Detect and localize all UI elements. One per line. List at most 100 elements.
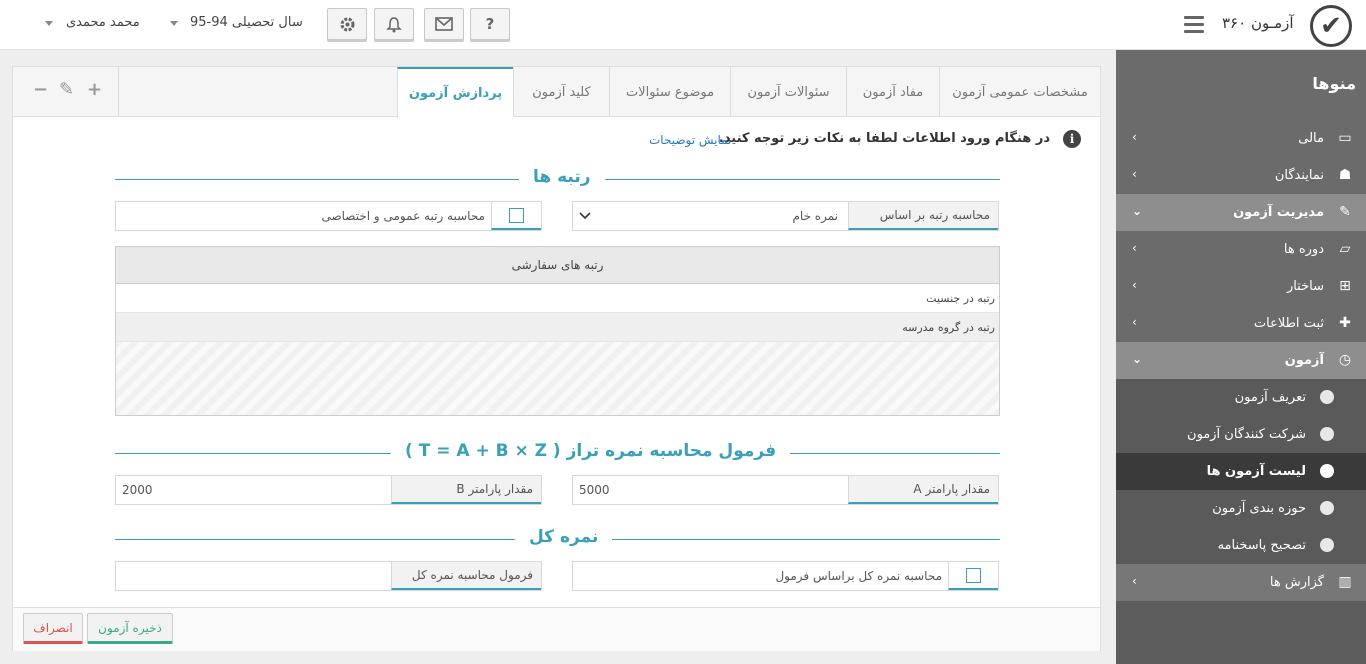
hamburger-menu-icon[interactable]: [1184, 16, 1204, 34]
logo-check-icon: ✔: [1310, 5, 1352, 47]
chevron-right-icon: ›: [1132, 315, 1137, 329]
sidebar-item-label: شرکت کنندگان آزمون: [1187, 427, 1306, 442]
tab-exam-processing[interactable]: پردازش آزمون: [397, 67, 513, 118]
sidebar-item-data-entry[interactable]: ✚ ثبت اطلاعات ›: [1116, 305, 1366, 342]
total-by-formula-checkbox[interactable]: [948, 562, 998, 590]
sidebar-item-reports[interactable]: ▥ گزارش ها ›: [1116, 564, 1366, 601]
tab-exam-content[interactable]: مفاد آزمون: [846, 67, 939, 117]
chevron-down-icon: ⌄: [1132, 352, 1143, 366]
messages-button[interactable]: [424, 8, 464, 40]
table-row[interactable]: رتبه در گروه مدرسه: [116, 313, 999, 342]
total-formula-label: فرمول محاسبه نمره کل: [391, 562, 541, 590]
panel-footer: ذخیره آزمون انصراف: [13, 607, 1100, 651]
bar-chart-icon: ▥: [1338, 574, 1352, 590]
param-b-value: 2000: [122, 483, 153, 497]
circle-icon: [1320, 427, 1334, 441]
sidebar-item-label: آزمون: [1284, 353, 1324, 368]
panel-tools: + ✎ −: [13, 67, 119, 117]
chevron-right-icon: ›: [1132, 574, 1137, 588]
tab-bar: + ✎ − مشخصات عمومی آزمون مفاد آزمون سئوا…: [13, 67, 1100, 118]
sidebar-item-courses[interactable]: ▱ دوره ها ›: [1116, 231, 1366, 268]
sidebar-item-agents[interactable]: ☗ نمایندگان ›: [1116, 157, 1366, 194]
user-menu[interactable]: محمد محمدی: [66, 15, 140, 30]
sidebar-item-finance[interactable]: ▭ مالی ›: [1116, 120, 1366, 157]
academic-year-select[interactable]: سال تحصیلی 94-95: [190, 15, 303, 30]
sidebar-item-label: ثبت اطلاعات: [1253, 316, 1324, 331]
circle-icon: [1320, 538, 1334, 552]
ranks-title: رتبه ها: [519, 167, 605, 187]
sidebar-item-exam-management[interactable]: ✎ مدیریت آزمون ⌄: [1116, 194, 1366, 231]
total-by-formula-checkbox-field[interactable]: محاسبه نمره کل براساس فرمول: [572, 561, 999, 591]
pencil-icon[interactable]: ✎: [59, 79, 74, 100]
bell-icon: [386, 16, 402, 32]
sidebar-item-exam-zoning[interactable]: حوزه بندی آزمون: [1116, 490, 1366, 527]
sidebar-item-label: تعریف آزمون: [1234, 390, 1306, 405]
general-special-rank-label: محاسبه رتبه عمومی و اختصاصی: [321, 209, 485, 223]
credit-card-icon: ▭: [1338, 130, 1352, 146]
sitemap-icon: ⊞: [1339, 278, 1351, 294]
tab-general-info[interactable]: مشخصات عمومی آزمون: [939, 67, 1100, 117]
plus-icon[interactable]: +: [87, 79, 102, 100]
tab-exam-key[interactable]: کلید آزمون: [513, 67, 609, 117]
formula-title: فرمول محاسبه نمره تراز ( T = A + B × Z ): [391, 441, 791, 461]
exam-panel: + ✎ − مشخصات عمومی آزمون مفاد آزمون سئوا…: [12, 66, 1101, 651]
sidebar-item-define-exam[interactable]: تعریف آزمون: [1116, 379, 1366, 416]
sidebar-item-structure[interactable]: ⊞ ساختار ›: [1116, 268, 1366, 305]
tab-question-topics[interactable]: موضوع سئوالات: [609, 67, 730, 117]
param-a-value: 5000: [579, 483, 610, 497]
sidebar-item-label: مدیریت آزمون: [1233, 205, 1324, 220]
minus-icon[interactable]: −: [33, 79, 48, 100]
rank-basis-select[interactable]: محاسبه رتبه بر اساس نمره خام: [572, 201, 999, 231]
edit-icon: ✎: [1339, 204, 1351, 220]
general-special-rank-checkbox[interactable]: [491, 202, 541, 230]
settings-button[interactable]: [327, 8, 367, 40]
sidebar-item-exam-list[interactable]: لیست آزمون ها: [1116, 453, 1366, 490]
save-exam-button[interactable]: ذخیره آزمون: [87, 613, 173, 644]
sidebar-item-exam[interactable]: ◷ آزمون ⌄: [1116, 342, 1366, 379]
clock-icon: ◷: [1338, 352, 1352, 368]
rank-basis-value: نمره خام: [792, 209, 838, 223]
sidebar-item-label: لیست آزمون ها: [1206, 464, 1306, 479]
info-icon: i: [1063, 130, 1081, 148]
notifications-button[interactable]: [374, 8, 414, 40]
sidebar-item-label: ساختار: [1286, 279, 1324, 294]
user-chevron-down-icon[interactable]: [45, 21, 53, 26]
total-title: نمره کل: [515, 527, 613, 547]
tab-exam-questions[interactable]: سئوالات آزمون: [730, 67, 846, 117]
sidebar-item-answer-sheet[interactable]: تصحیح پاسخنامه: [1116, 527, 1366, 564]
circle-icon: [1320, 464, 1334, 478]
agent-icon: ☗: [1338, 167, 1352, 183]
chevron-down-icon: ⌄: [1132, 204, 1143, 218]
table-row[interactable]: رتبه در جنسیت: [116, 284, 999, 313]
gear-icon: [340, 17, 354, 31]
sidebar-header: منوها: [1116, 50, 1366, 120]
circle-icon: [1320, 501, 1334, 515]
help-icon: ?: [485, 15, 495, 33]
chevron-right-icon: ›: [1132, 278, 1137, 292]
chevron-right-icon: ›: [1132, 130, 1137, 144]
year-chevron-down-icon[interactable]: [170, 21, 178, 26]
notice-text: در هنگام ورود اطلاعات لطفا به نکات زیر ت…: [718, 131, 1050, 146]
circle-icon: [1320, 390, 1334, 404]
sidebar-item-label: تصحیح پاسخنامه: [1217, 538, 1306, 553]
user-plus-icon: ✚: [1339, 315, 1351, 331]
sidebar-item-label: مالی: [1298, 131, 1324, 146]
total-formula-field[interactable]: فرمول محاسبه نمره کل: [115, 561, 542, 591]
sidebar-item-participants[interactable]: شرکت کنندگان آزمون: [1116, 416, 1366, 453]
top-bar: ✔ آزمـون ۳۶۰ ? سال تحصیلی 94-95 محمد محم…: [0, 0, 1366, 50]
param-b-label: مقدار پارامتر B: [391, 476, 541, 504]
rank-basis-label: محاسبه رتبه بر اساس: [848, 202, 998, 230]
show-description-link[interactable]: نمایش توضیحات: [649, 133, 731, 147]
general-special-rank-checkbox-field[interactable]: محاسبه رتبه عمومی و اختصاصی: [115, 201, 542, 231]
chevron-down-icon: [579, 212, 591, 220]
folder-icon: ▱: [1339, 241, 1351, 257]
sidebar-item-label: نمایندگان: [1274, 168, 1324, 183]
param-b-field[interactable]: مقدار پارامتر B 2000: [115, 475, 542, 505]
custom-ranks-header: رتبه های سفارشی: [116, 247, 999, 284]
cancel-button[interactable]: انصراف: [23, 613, 83, 644]
param-a-field[interactable]: مقدار پارامتر A 5000: [572, 475, 999, 505]
sidebar-item-label: حوزه بندی آزمون: [1212, 501, 1306, 516]
app-title: آزمـون ۳۶۰: [1222, 14, 1294, 32]
chevron-right-icon: ›: [1132, 241, 1137, 255]
help-button[interactable]: ?: [470, 8, 510, 40]
